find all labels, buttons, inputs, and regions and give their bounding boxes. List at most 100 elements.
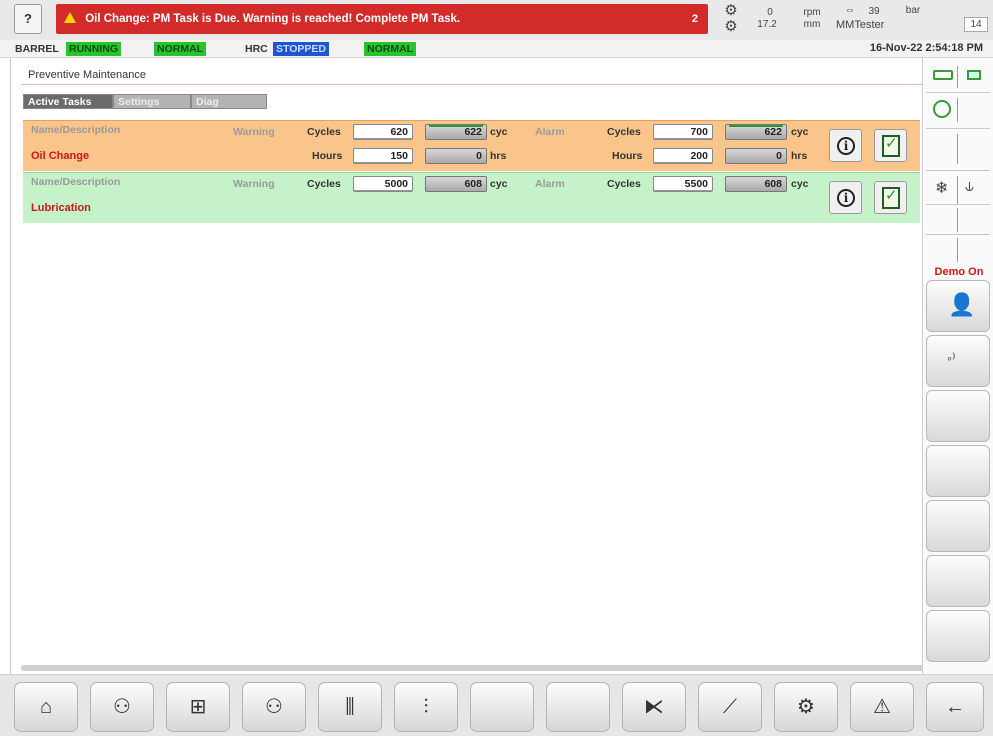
title-divider: [21, 84, 923, 85]
alarm-cycles-input[interactable]: 700: [653, 124, 713, 140]
page-title: Preventive Maintenance: [28, 69, 147, 81]
right-sidebar: ❄ ⫝ Demo On 👤 ◦⁾: [922, 58, 993, 674]
cyc-unit: cyc: [791, 126, 809, 138]
progress-bar: [729, 125, 783, 127]
info-icon: i: [837, 137, 855, 155]
name-description-header: Name/Description: [31, 124, 121, 136]
alarm-cycles-actual: 608: [725, 176, 787, 192]
graph-icon[interactable]: ⟋: [698, 682, 762, 732]
screw-icon[interactable]: ⚇: [242, 682, 306, 732]
sidebar-blank-button[interactable]: [926, 610, 990, 662]
warning-hours-input[interactable]: 150: [353, 148, 413, 164]
snowflake-icon[interactable]: ❄: [935, 178, 948, 198]
pressure-value: 39: [868, 6, 880, 17]
tab-diag[interactable]: Diag: [191, 94, 267, 109]
ejector-icon[interactable]: ⧔: [622, 682, 686, 732]
alarm-cycles-actual: 622: [725, 124, 787, 140]
status-row: BARREL RUNNING NORMAL HRC STOPPED NORMAL…: [0, 40, 993, 58]
info-button[interactable]: i: [829, 181, 862, 214]
sidebar-blank-button[interactable]: [926, 555, 990, 607]
sidebar-blank-button[interactable]: [926, 500, 990, 552]
warning-cycles-input[interactable]: 5000: [353, 176, 413, 192]
pressure-unit: bar: [905, 5, 921, 16]
warning-cycles-actual: 622: [425, 124, 487, 140]
bottom-nav: ⌂ ⚇ ⊞ ⚇ ⫼ ⫶ ⧔ ⟋ ⚙ ⚠ ←: [0, 674, 993, 736]
sidebar-blank-button[interactable]: [926, 390, 990, 442]
top-bar: ? Oil Change: PM Task is Due. Warning is…: [0, 0, 993, 40]
task-row: Name/Description Lubrication Warning Cyc…: [23, 172, 920, 223]
back-arrow-icon[interactable]: ←: [926, 682, 984, 732]
cyc-unit: cyc: [490, 178, 508, 190]
task-row: Name/Description Oil Change Warning Cycl…: [23, 120, 920, 171]
rpm-unit: rpm: [803, 7, 821, 18]
info-icon: i: [837, 189, 855, 207]
remote-button[interactable]: ◦⁾: [926, 335, 990, 387]
warning-cycles-input[interactable]: 620: [353, 124, 413, 140]
hrc-state-badge: STOPPED: [273, 42, 329, 56]
complete-task-button[interactable]: ✓: [874, 129, 907, 162]
settings-gears-icon[interactable]: ⚙: [774, 682, 838, 732]
home-icon[interactable]: ⌂: [14, 682, 78, 732]
alarm-cycles-input[interactable]: 5500: [653, 176, 713, 192]
remote-user-icon: ◦⁾: [947, 350, 956, 366]
mold-temp-icon[interactable]: ⫝: [965, 178, 974, 195]
user-name[interactable]: MMTester: [836, 19, 906, 31]
alarm-hours-actual: 0: [725, 148, 787, 164]
mm-unit: mm: [803, 19, 821, 30]
name-description-header: Name/Description: [31, 176, 121, 188]
barrel-condition-badge: NORMAL: [154, 42, 207, 56]
alarm-cycles-label: Cycles: [607, 178, 641, 190]
alarm-hours-input[interactable]: 200: [653, 148, 713, 164]
hot-runner-icon[interactable]: ⫼: [318, 682, 382, 732]
operator-button[interactable]: 👤: [926, 280, 990, 332]
task-name: Lubrication: [31, 202, 91, 214]
tab-settings[interactable]: Settings: [113, 94, 191, 109]
main-panel: Preventive Maintenance Active Tasks Sett…: [10, 58, 929, 674]
cyc-unit: cyc: [791, 178, 809, 190]
warning-icon: [64, 12, 76, 23]
cycle-icon[interactable]: [933, 100, 951, 118]
complete-task-button[interactable]: ✓: [874, 181, 907, 214]
warning-label: Warning: [233, 126, 275, 138]
production-icon[interactable]: ⫶: [394, 682, 458, 732]
cyc-unit: cyc: [490, 126, 508, 138]
heater-icon[interactable]: [933, 70, 953, 80]
warning-label: Warning: [233, 178, 275, 190]
operator-icon: 👤: [948, 292, 976, 317]
progress-bar: [429, 125, 483, 127]
datetime: 16-Nov-22 2:54:18 PM: [869, 42, 983, 54]
pressure-icon: ⇔: [844, 4, 856, 16]
alarm-label: Alarm: [535, 178, 565, 190]
warning-cycles-label: Cycles: [307, 126, 341, 138]
alarm-message: Oil Change: PM Task is Due. Warning is r…: [85, 13, 461, 25]
task-name: Oil Change: [31, 150, 90, 162]
injection-unit-icon[interactable]: ⚇: [90, 682, 154, 732]
tab-active-tasks[interactable]: Active Tasks: [23, 94, 113, 109]
hrc-label: HRC: [245, 43, 268, 55]
horizontal-scrollbar[interactable]: [21, 665, 929, 671]
demo-mode-label: Demo On: [934, 266, 984, 278]
alarm-cycles-label: Cycles: [607, 126, 641, 138]
user-number: 14: [964, 17, 988, 32]
hrs-unit: hrs: [791, 150, 808, 162]
help-cursor-icon[interactable]: ?: [14, 4, 42, 34]
hrs-unit: hrs: [490, 150, 507, 162]
warning-cycles-actual: 608: [425, 176, 487, 192]
alarm-triangle-icon[interactable]: ⚠: [850, 682, 914, 732]
screen-icon[interactable]: [967, 70, 981, 80]
blank-button[interactable]: [546, 682, 610, 732]
alarm-hours-label: Hours: [612, 150, 643, 162]
warning-cycles-label: Cycles: [307, 178, 341, 190]
blank-button[interactable]: [470, 682, 534, 732]
sidebar-blank-button[interactable]: [926, 445, 990, 497]
barrel-heaters-icon[interactable]: ⊞: [166, 682, 230, 732]
mm-value: 17.2: [757, 19, 777, 30]
alarm-count: 2: [691, 13, 698, 25]
barrel-label: BARREL: [15, 43, 59, 55]
alarm-banner[interactable]: Oil Change: PM Task is Due. Warning is r…: [56, 4, 708, 34]
hrc-condition-badge: NORMAL: [364, 42, 417, 56]
warning-hours-actual: 0: [425, 148, 487, 164]
alarm-label: Alarm: [535, 126, 565, 138]
barrel-state-badge: RUNNING: [66, 42, 121, 56]
info-button[interactable]: i: [829, 129, 862, 162]
